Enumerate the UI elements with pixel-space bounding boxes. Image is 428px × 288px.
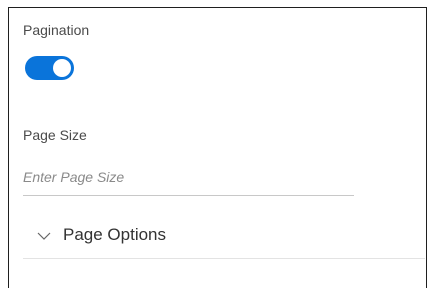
pagination-label: Pagination	[23, 22, 90, 38]
pagination-toggle[interactable]	[25, 56, 74, 80]
toggle-knob	[53, 59, 71, 77]
page-options-title: Page Options	[63, 225, 167, 244]
page-size-field	[23, 163, 354, 196]
page-options-section-header[interactable]: Page Options	[23, 222, 425, 259]
page-size-label: Page Size	[23, 127, 87, 143]
chevron-down-icon	[37, 232, 51, 240]
page-size-input[interactable]	[23, 163, 354, 191]
settings-panel: Pagination Page Size Page Options	[8, 7, 427, 288]
